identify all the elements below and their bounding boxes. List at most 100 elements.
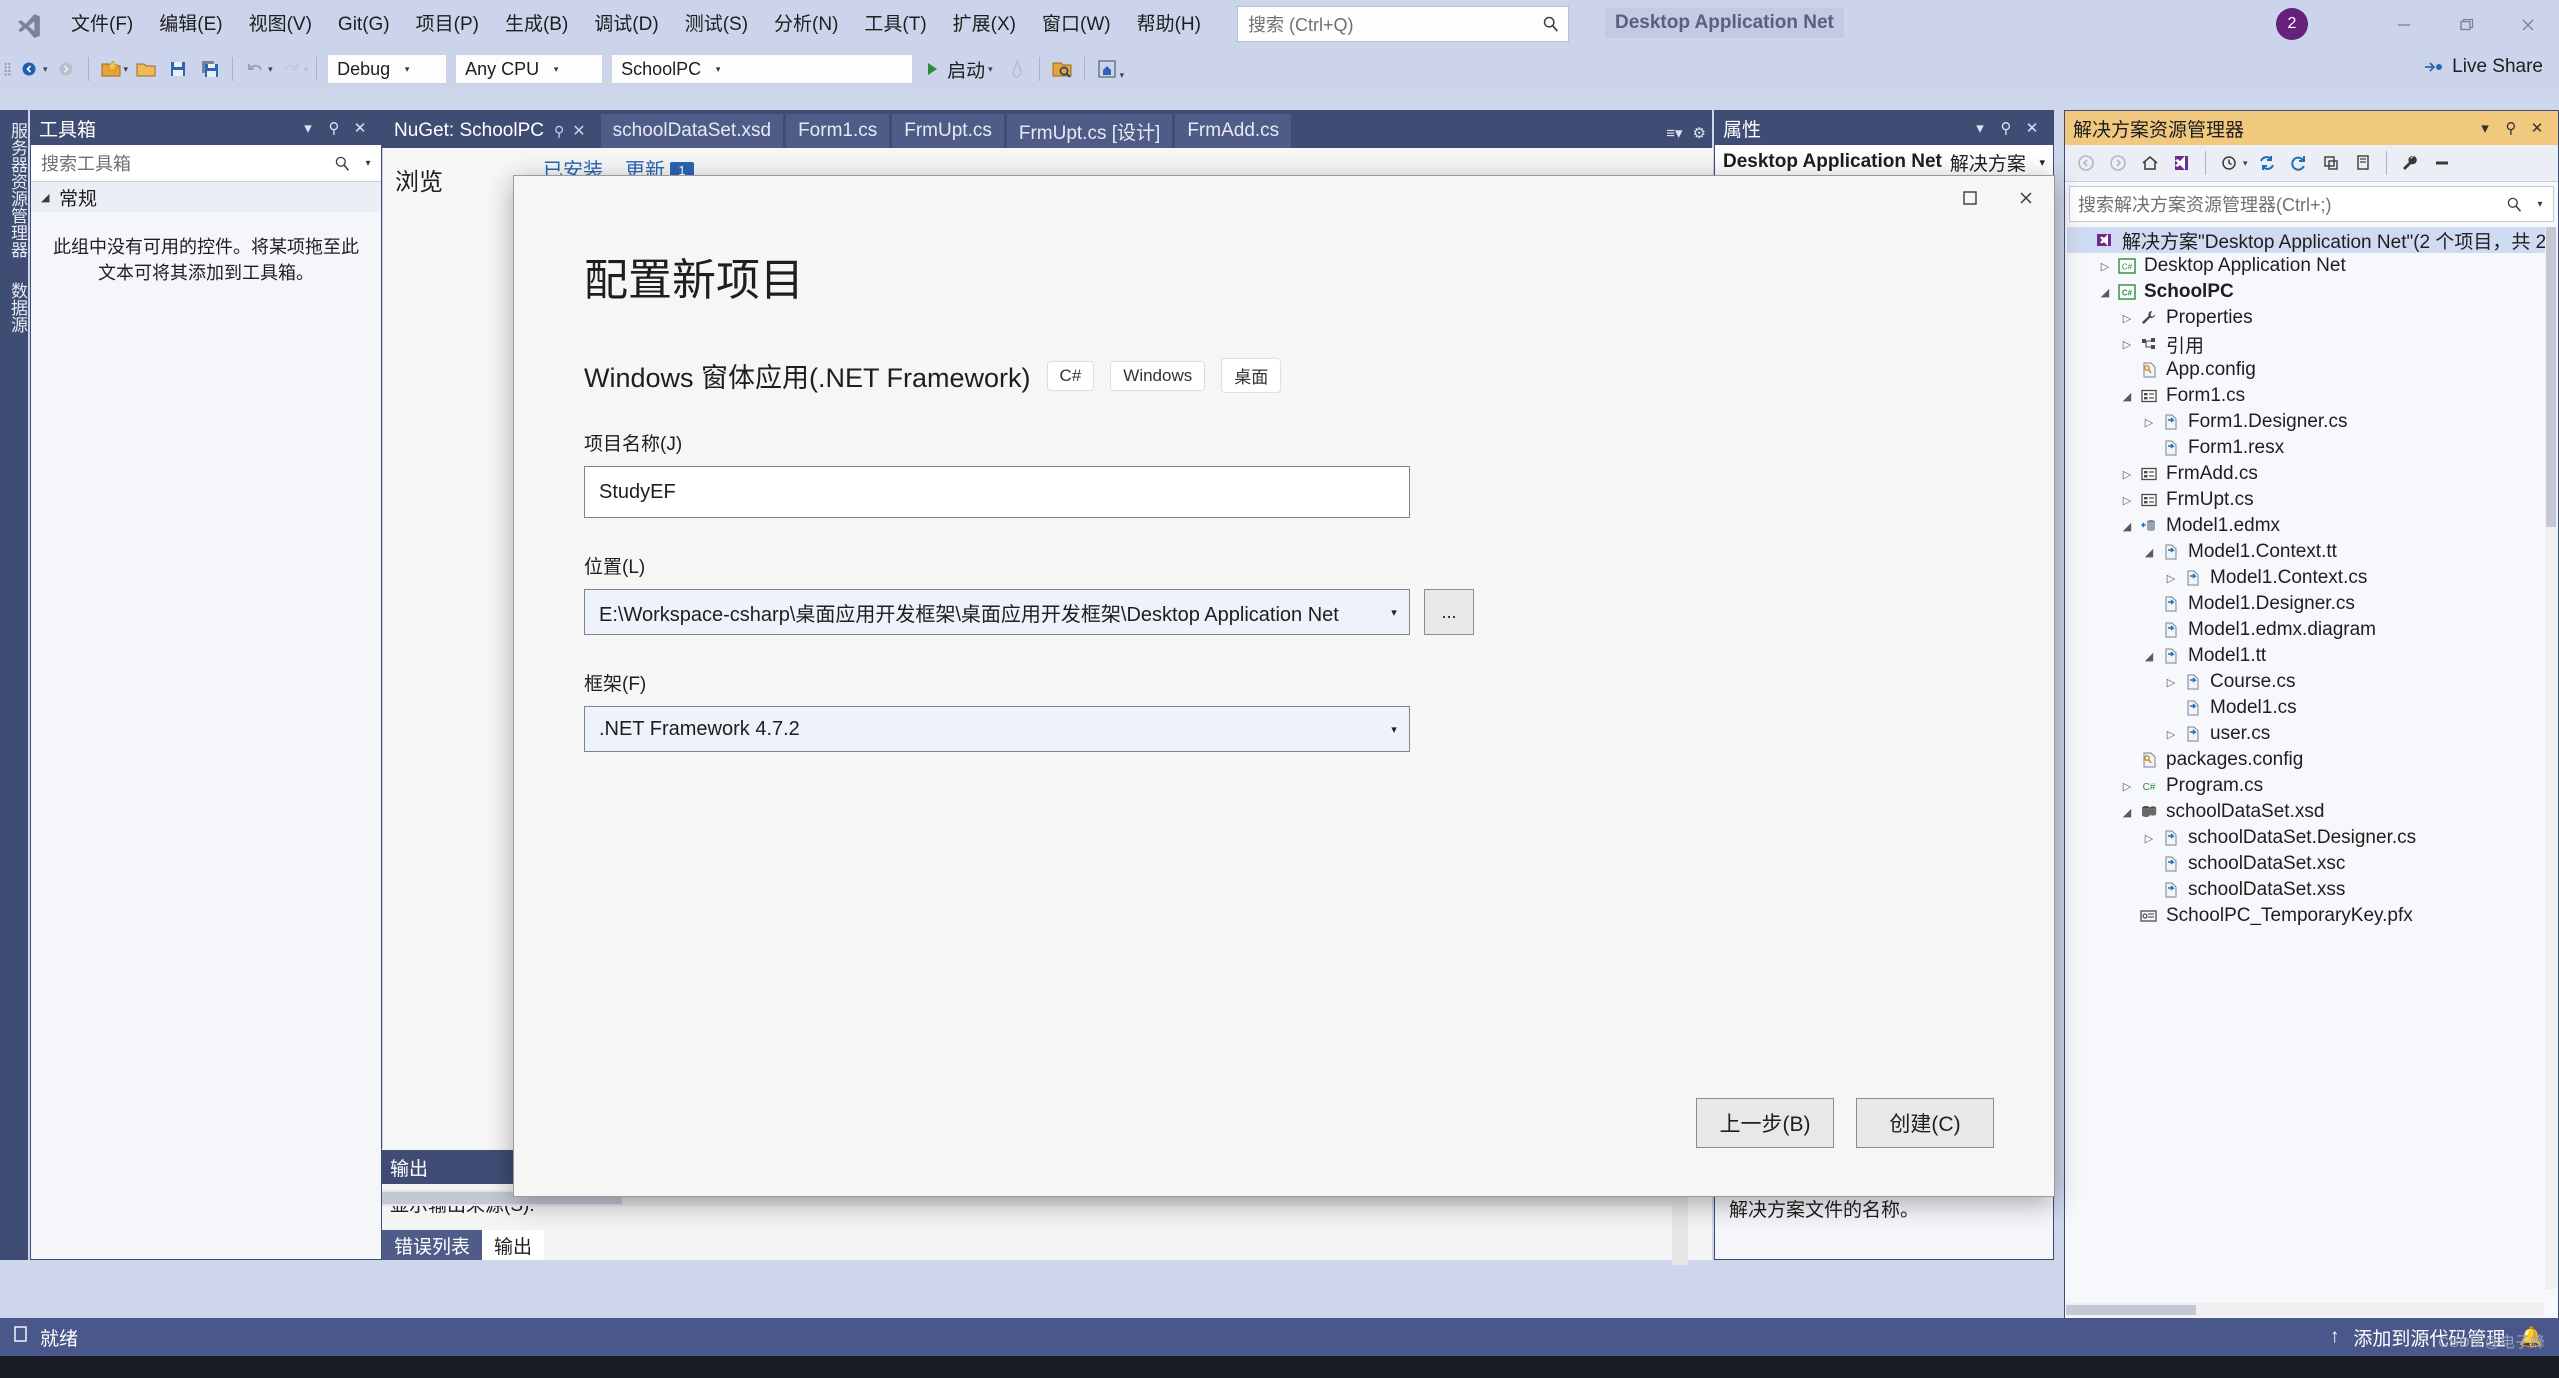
tab-list-icon[interactable]: ≡▾ <box>1666 124 1682 142</box>
toolbar-grip[interactable]: ⣿ <box>0 55 14 83</box>
restore-button[interactable] <box>2435 0 2497 50</box>
toolbox-group-general[interactable]: ◢ 常规 <box>31 182 381 212</box>
tree-node[interactable]: Model1.cs <box>2067 695 2546 721</box>
solution-platform-combo[interactable]: Any CPU ▾ <box>455 54 604 84</box>
output-vertical-scrollbar[interactable] <box>1672 1185 1688 1265</box>
close-icon[interactable]: ✕ <box>2524 115 2550 141</box>
dialog-close-button[interactable] <box>1998 176 2054 220</box>
pending-changes-icon[interactable] <box>2167 148 2197 178</box>
tab-frmupt-cs[interactable]: FrmUpt.cs <box>892 114 1004 148</box>
home-window-icon[interactable] <box>1092 54 1122 84</box>
bottom-tab-error-list[interactable]: 错误列表 <box>382 1230 483 1260</box>
bottom-tab-output[interactable]: 输出 <box>482 1230 545 1260</box>
home-icon[interactable] <box>2135 148 2165 178</box>
location-combo[interactable]: E:\Workspace-csharp\桌面应用开发框架\桌面应用开发框架\De… <box>584 589 1410 635</box>
solution-configuration-combo[interactable]: Debug ▾ <box>327 54 448 84</box>
tree-node[interactable]: Form1.resx <box>2067 435 2546 461</box>
expander-collapsed-icon[interactable]: ▷ <box>2117 338 2137 351</box>
properties-wrench-icon[interactable] <box>2395 148 2425 178</box>
tree-node[interactable]: ◢ Form1.cs <box>2067 383 2546 409</box>
menu-project[interactable]: 项目(P) <box>403 8 492 42</box>
search-solution-icon[interactable] <box>1047 54 1077 84</box>
menu-debug[interactable]: 调试(D) <box>581 8 671 42</box>
tab-frmadd-cs[interactable]: FrmAdd.cs <box>1175 114 1292 148</box>
gear-icon[interactable]: ⚙ <box>1693 124 1706 142</box>
expander-expanded-icon[interactable]: ◢ <box>2117 520 2137 533</box>
save-all-icon[interactable] <box>195 54 225 84</box>
startup-project-combo[interactable]: SchoolPC ▾ <box>611 54 914 84</box>
tree-node[interactable]: ▷ C# Desktop Application Net <box>2067 253 2546 279</box>
create-button[interactable]: 创建(C) <box>1856 1098 1994 1148</box>
expander-collapsed-icon[interactable]: ▷ <box>2139 416 2159 429</box>
tree-node[interactable]: ◢ Model1.tt <box>2067 643 2546 669</box>
toolbar-overflow-icon[interactable]: ▾ <box>1120 70 1125 81</box>
tab-form1-cs[interactable]: Form1.cs <box>786 114 890 148</box>
history-dropdown-icon[interactable]: ▾ <box>2243 158 2248 169</box>
tree-node[interactable]: ▷ Properties <box>2067 305 2546 331</box>
preview-selected-icon[interactable] <box>2427 148 2457 178</box>
new-project-dropdown-icon[interactable]: ▾ <box>124 64 129 75</box>
menu-window[interactable]: 窗口(W) <box>1029 8 1124 42</box>
pin-icon[interactable]: ⚲ <box>1993 115 2019 141</box>
sync-icon[interactable] <box>2252 148 2282 178</box>
pin-icon[interactable]: ⚲ <box>554 123 564 140</box>
tree-node[interactable]: SchoolPC_TemporaryKey.pfx <box>2067 903 2546 929</box>
toolbox-search-input[interactable]: 搜索工具箱 ▾ <box>31 145 381 182</box>
global-search-box[interactable]: 搜索 (Ctrl+Q) <box>1237 6 1569 42</box>
tree-node[interactable]: Model1.Designer.cs <box>2067 591 2546 617</box>
expander-collapsed-icon[interactable]: ▷ <box>2161 728 2181 741</box>
tree-node[interactable]: ▷ C# Program.cs <box>2067 773 2546 799</box>
menu-test[interactable]: 测试(S) <box>672 8 761 42</box>
history-icon[interactable] <box>2214 148 2244 178</box>
undo-icon[interactable] <box>240 54 270 84</box>
expander-expanded-icon[interactable]: ◢ <box>2095 286 2115 299</box>
notification-badge[interactable]: 2 <box>2276 8 2308 40</box>
tree-node[interactable]: schoolDataSet.xsc <box>2067 851 2546 877</box>
tree-node[interactable]: schoolDataSet.xss <box>2067 877 2546 903</box>
menu-tools[interactable]: 工具(T) <box>851 8 939 42</box>
live-share-button[interactable]: Live Share <box>2422 56 2543 78</box>
framework-combo[interactable]: .NET Framework 4.7.2 ▾ <box>584 706 1410 752</box>
tree-node[interactable]: ◢ Model1.Context.tt <box>2067 539 2546 565</box>
chevron-down-icon[interactable]: ▾ <box>1967 115 1993 141</box>
tree-node[interactable]: ▷ 引用 <box>2067 331 2546 357</box>
expander-expanded-icon[interactable]: ◢ <box>2139 650 2159 663</box>
menu-edit[interactable]: 编辑(E) <box>146 8 235 42</box>
tree-node[interactable]: ▷ FrmAdd.cs <box>2067 461 2546 487</box>
pin-icon[interactable]: ⚲ <box>2498 115 2524 141</box>
tree-node[interactable]: ▷ Model1.Context.cs <box>2067 565 2546 591</box>
chevron-down-icon[interactable]: ▾ <box>1379 723 1409 736</box>
expander-collapsed-icon[interactable]: ▷ <box>2117 494 2137 507</box>
menu-view[interactable]: 视图(V) <box>236 8 325 42</box>
dialog-maximize-button[interactable] <box>1942 176 1998 220</box>
tree-node[interactable]: ◢ Model1.edmx <box>2067 513 2546 539</box>
tab-frmupt-cs-design[interactable]: FrmUpt.cs [设计] <box>1006 114 1173 148</box>
new-project-icon[interactable] <box>96 54 126 84</box>
minimize-button[interactable] <box>2373 0 2435 50</box>
tab-schooldataset-xsd[interactable]: schoolDataSet.xsd <box>600 114 784 148</box>
expander-collapsed-icon[interactable]: ▷ <box>2095 260 2115 273</box>
tree-node[interactable]: packages.config <box>2067 747 2546 773</box>
refresh-icon[interactable] <box>2284 148 2314 178</box>
navigate-back-icon[interactable] <box>15 54 45 84</box>
scrollbar-thumb[interactable] <box>2546 227 2556 527</box>
close-button[interactable] <box>2497 0 2559 50</box>
close-icon[interactable]: ✕ <box>347 115 373 141</box>
tree-node[interactable]: 解决方案"Desktop Application Net"(2 个项目，共 2 <box>2067 227 2546 253</box>
tree-node[interactable]: App.config <box>2067 357 2546 383</box>
undo-dropdown-icon[interactable]: ▾ <box>268 64 273 75</box>
menu-analyze[interactable]: 分析(N) <box>761 8 851 42</box>
solution-explorer-search-input[interactable]: 搜索解决方案资源管理器(Ctrl+;) ▾ <box>2069 186 2554 222</box>
expander-collapsed-icon[interactable]: ▷ <box>2161 676 2181 689</box>
chevron-down-icon[interactable]: ▾ <box>2472 115 2498 141</box>
start-debug-dropdown-icon[interactable]: ▾ <box>988 64 993 75</box>
menu-build[interactable]: 生成(B) <box>492 8 581 42</box>
expander-collapsed-icon[interactable]: ▷ <box>2117 780 2137 793</box>
chevron-down-icon[interactable]: ▾ <box>1379 606 1409 619</box>
solution-explorer-tree[interactable]: 解决方案"Desktop Application Net"(2 个项目，共 2 ▷… <box>2067 227 2546 1289</box>
tree-node[interactable]: ▷ user.cs <box>2067 721 2546 747</box>
tree-node[interactable]: ▷ Course.cs <box>2067 669 2546 695</box>
start-debug-button[interactable]: 启动 ▾ <box>917 54 1001 84</box>
expander-collapsed-icon[interactable]: ▷ <box>2117 468 2137 481</box>
tree-node[interactable]: ▷ Form1.Designer.cs <box>2067 409 2546 435</box>
